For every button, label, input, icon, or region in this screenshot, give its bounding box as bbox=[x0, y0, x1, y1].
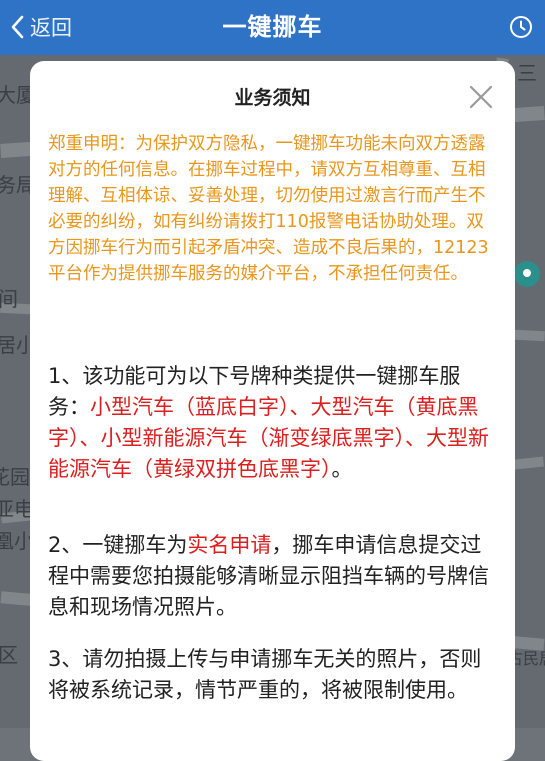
notice-dialog: 业务须知 郑重申明：为保护双方隐私，一键挪车功能未向双方透露对方的任何信息。在挪… bbox=[30, 61, 515, 761]
map-label: 凰小 bbox=[0, 529, 34, 553]
real-name-highlight: 实名申请 bbox=[187, 533, 272, 557]
item-text: 。 bbox=[331, 457, 353, 481]
item-text: 2、一键挪车为 bbox=[48, 533, 188, 557]
clock-icon[interactable] bbox=[509, 15, 533, 39]
map-label: 三 bbox=[517, 61, 537, 85]
map-label: 亚电 bbox=[0, 497, 34, 521]
page-title: 一键挪车 bbox=[222, 13, 323, 41]
location-pin-icon[interactable] bbox=[514, 261, 540, 287]
map-label: 花园 bbox=[0, 465, 30, 489]
notice-item-3: 3、请勿拍摄上传与申请挪车无关的照片，否则将被系统记录，情节严重的，将被限制使用… bbox=[48, 647, 482, 702]
map-label: 区 bbox=[0, 643, 18, 667]
dialog-title: 业务须知 bbox=[234, 87, 311, 109]
app-header: 返回 一键挪车 bbox=[0, 0, 545, 55]
notice-item-2: 2、一键挪车为实名申请，挪车申请信息提交过程中需要您拍摄能够清晰显示阻挡车辆的号… bbox=[48, 530, 500, 623]
notice-item-1: 1、该功能可为以下号牌种类提供一键挪车服务：小型汽车（蓝底白字）、大型汽车（黄底… bbox=[48, 361, 500, 485]
plate-types-highlight: 小型汽车（蓝底白字）、大型汽车（黄底黑字）、小型新能源汽车（渐变绿底黑字）、大型… bbox=[48, 395, 489, 481]
close-icon[interactable] bbox=[469, 85, 493, 109]
disclaimer-text: 郑重申明：为保护双方隐私，一键挪车功能未向双方透露对方的任何信息。在挪车过程中，… bbox=[48, 134, 489, 284]
map-label: 间 bbox=[0, 287, 18, 311]
